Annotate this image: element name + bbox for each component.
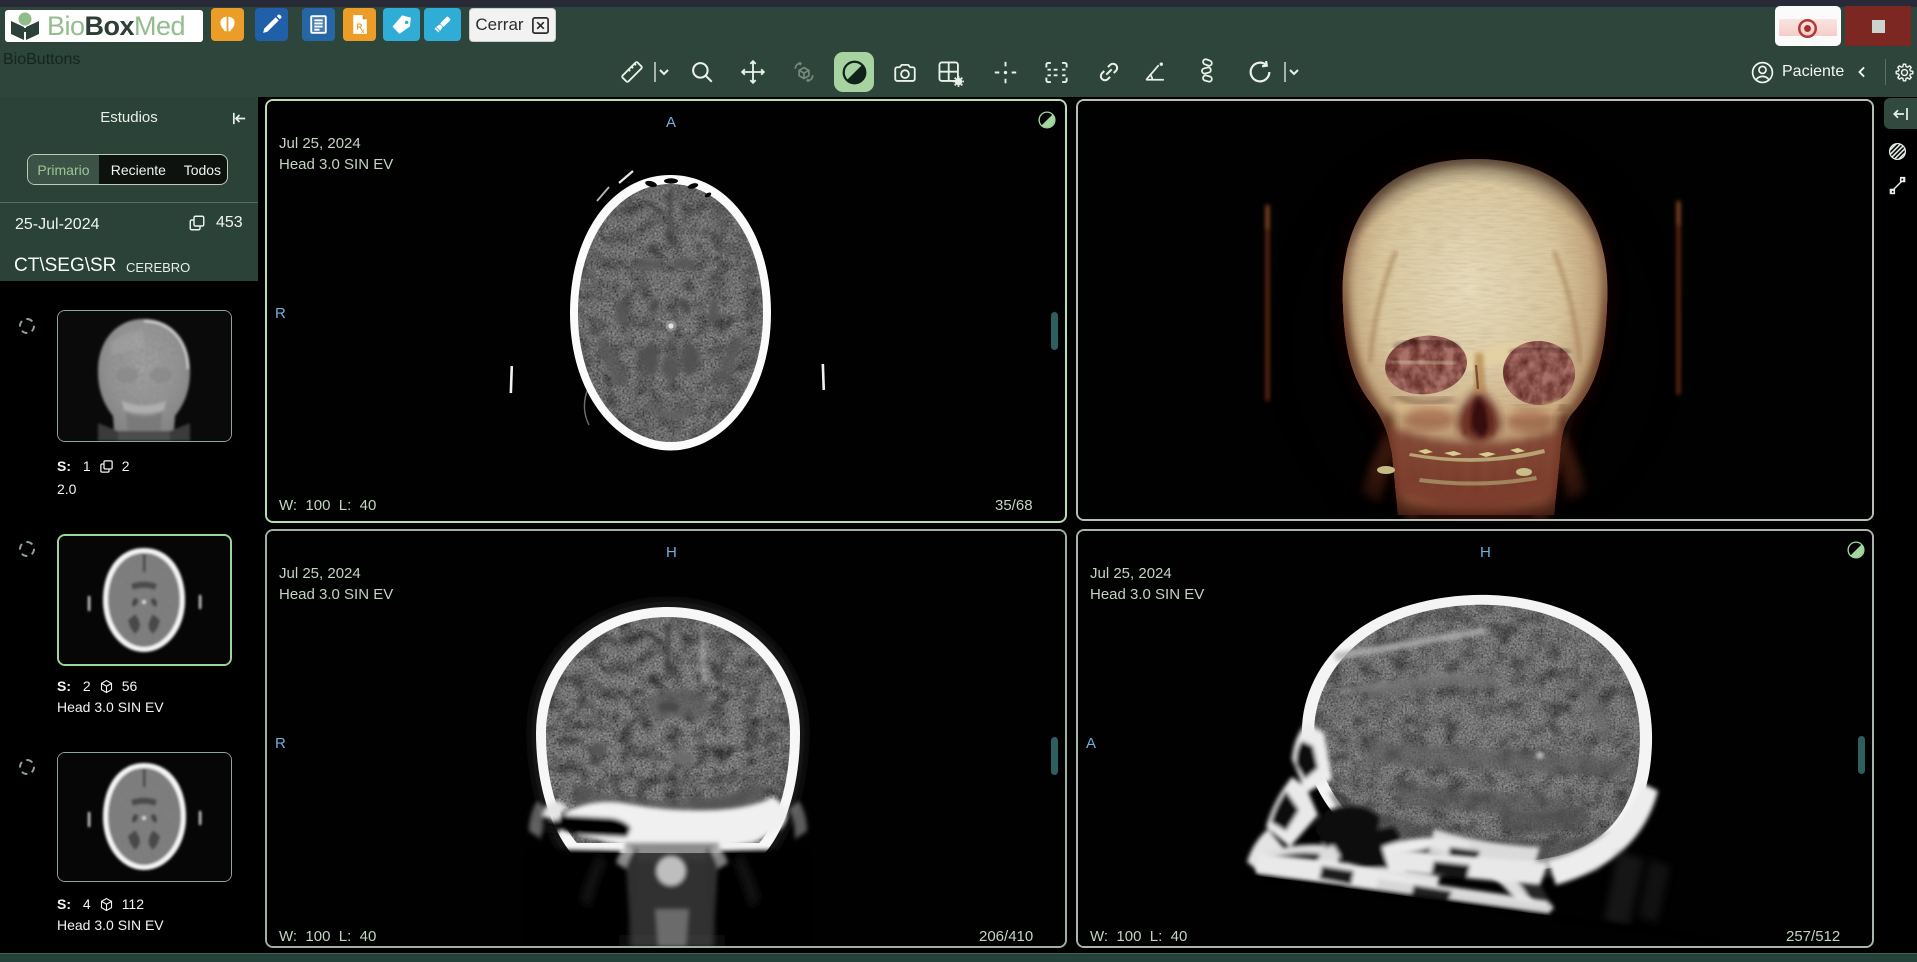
svg-text:x: x xyxy=(361,28,365,35)
